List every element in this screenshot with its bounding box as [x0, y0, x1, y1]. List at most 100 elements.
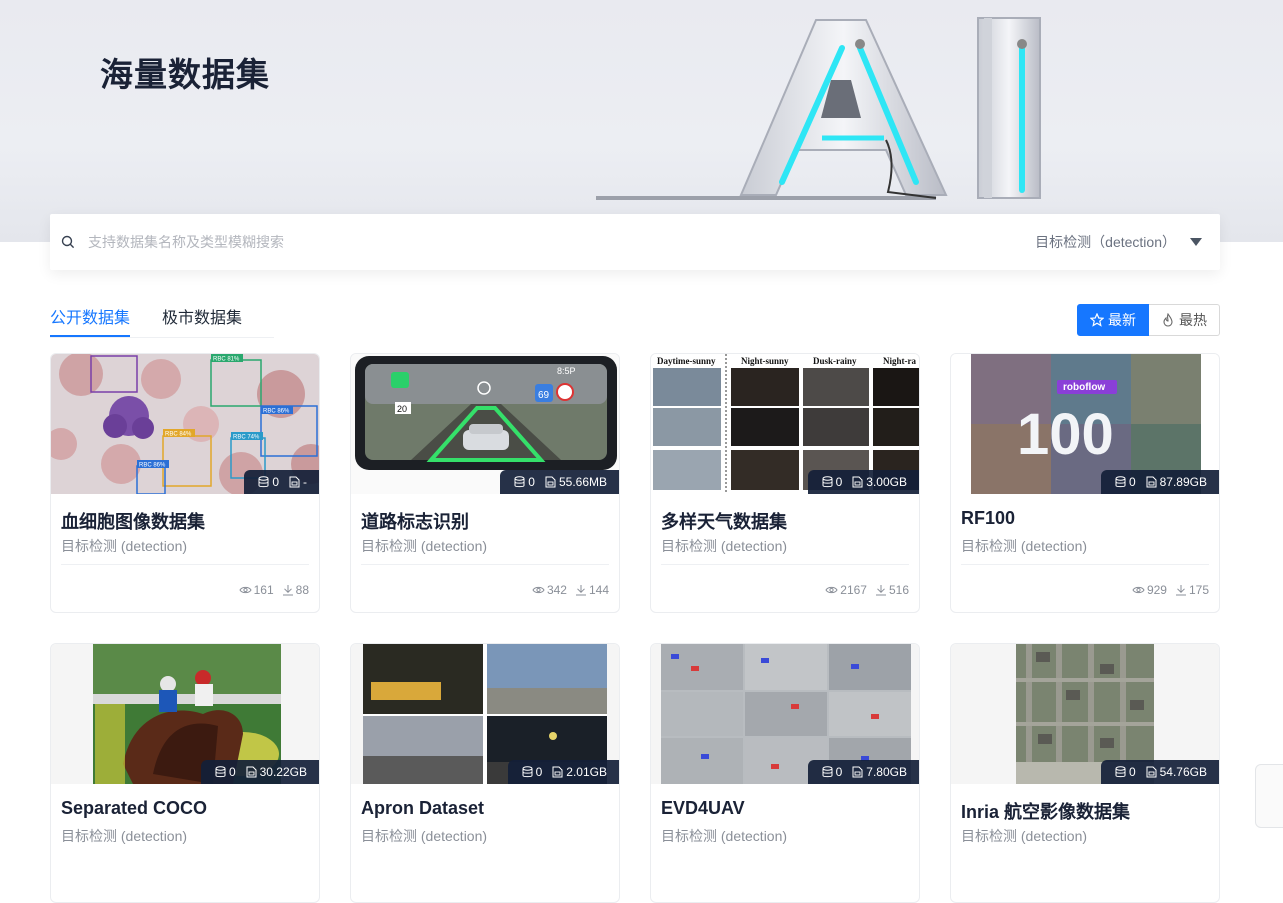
file-size: 7.80GB [866, 765, 907, 779]
dataset-card[interactable]: 0 54.76GB Inria 航空影像数据集 目标检测 (detection) [950, 643, 1220, 903]
file-size: 87.89GB [1159, 475, 1207, 489]
sample-count: 0 [835, 765, 843, 779]
search-bar: 目标检测（detection） [50, 214, 1220, 270]
cell-label-4: RBC 74% [233, 435, 260, 441]
tab-public-datasets[interactable]: 公开数据集 [50, 296, 131, 337]
file-size-icon [552, 766, 563, 778]
card-metrics: 2167 516 [825, 583, 909, 597]
dash-road-sign: 20 [397, 404, 407, 414]
file-size-icon [1146, 476, 1157, 488]
database-icon [1115, 476, 1126, 488]
file-size-icon [1146, 766, 1157, 778]
download-icon [282, 584, 294, 596]
dataset-card[interactable]: roboflow 100 0 87.89GB RF100 目标检测 (detec… [950, 353, 1220, 613]
dataset-title: 道路标志识别 [361, 512, 469, 532]
roboflow-number: 100 [1017, 402, 1114, 467]
file-size: 55.66MB [558, 475, 607, 489]
view-count: 342 [546, 583, 567, 597]
dataset-type: 目标检测 (detection) [961, 538, 1088, 554]
ai-neon-illustration [596, 17, 1041, 200]
download-count: 175 [1188, 583, 1209, 597]
thumbnail-stats: 0 55.66MB [500, 470, 619, 494]
dataset-title: 血细胞图像数据集 [61, 512, 205, 532]
dataset-type: 目标检测 (detection) [61, 538, 188, 554]
weather-header-1: Daytime-sunny [657, 356, 716, 366]
download-count: 144 [588, 583, 609, 597]
sample-count: 0 [1128, 475, 1136, 489]
file-size: - [303, 475, 307, 489]
thumbnail-stats: 0 - [244, 470, 319, 494]
dataset-title: 多样天气数据集 [661, 512, 787, 532]
eye-icon [532, 585, 545, 595]
tab-jishi-datasets[interactable]: 极市数据集 [162, 296, 242, 337]
thumbnail-stats: 0 2.01GB [507, 760, 619, 784]
file-size-icon [545, 476, 556, 488]
dataset-thumbnail: 0 7.80GB [651, 644, 919, 784]
dataset-card[interactable]: 69 20 8:5P 0 55.66MB 道路标志识别 目标检测 (detect… [350, 353, 620, 613]
file-size: 2.01GB [566, 765, 607, 779]
hero-banner: 海量数据集 [0, 0, 1283, 242]
sort-latest-button[interactable]: 最新 [1077, 304, 1149, 336]
type-select-value: 目标检测（detection） [1035, 234, 1176, 250]
dataset-thumbnail: Daytime-sunny Night-sunny Dusk-rainy Nig… [651, 354, 919, 494]
dataset-title: EVD4UAV [661, 798, 745, 818]
search-icon [60, 234, 76, 250]
database-icon [514, 476, 525, 488]
dataset-thumbnail: 0 2.01GB [351, 644, 619, 784]
database-icon [822, 476, 833, 488]
thumbnail-stats: 0 87.89GB [1100, 470, 1219, 494]
dataset-title: Apron Dataset [361, 798, 485, 818]
card-metrics: 929 175 [1132, 583, 1209, 597]
cell-label-1: RBC 81% [213, 357, 240, 363]
dataset-type: 目标检测 (detection) [361, 828, 488, 844]
weather-header-2: Night-sunny [741, 356, 789, 366]
download-count: 88 [295, 583, 309, 597]
dash-clock: 8:5P [557, 366, 576, 376]
dataset-thumbnail: roboflow 100 0 87.89GB [951, 354, 1219, 494]
card-metrics: 161 88 [239, 583, 309, 597]
dataset-title: Inria 航空影像数据集 [961, 802, 1131, 822]
dataset-title: RF100 [961, 508, 1016, 528]
cell-label-2: RBC 86% [263, 409, 290, 415]
file-size-icon [289, 476, 300, 488]
divider [61, 564, 309, 565]
thumbnail-stats: 0 30.22GB [200, 760, 319, 784]
divider [961, 564, 1209, 565]
dataset-card[interactable]: RBC 81% RBC 86% RBC 84% RBC 74% RBC 86% … [50, 353, 320, 613]
eye-icon [825, 585, 838, 595]
dataset-thumbnail: 0 54.76GB [951, 644, 1219, 784]
floating-widget[interactable] [1255, 764, 1283, 828]
dataset-type: 目标检测 (detection) [661, 538, 788, 554]
dataset-thumbnail: 69 20 8:5P 0 55.66MB [351, 354, 619, 494]
database-icon [258, 476, 269, 488]
eye-icon [1132, 585, 1145, 595]
dataset-thumbnail: 0 30.22GB [51, 644, 319, 784]
sort-latest-label: 最新 [1108, 312, 1136, 328]
file-size-icon [246, 766, 257, 778]
sample-count: 0 [535, 765, 543, 779]
dataset-card[interactable]: Daytime-sunny Night-sunny Dusk-rainy Nig… [650, 353, 920, 613]
sample-count: 0 [835, 475, 843, 489]
weather-header-4: Night-ra [883, 356, 916, 366]
roboflow-brand: roboflow [1063, 382, 1105, 393]
dataset-card[interactable]: 0 7.80GB EVD4UAV 目标检测 (detection) [650, 643, 920, 903]
caret-down-icon [1190, 238, 1202, 246]
dash-speed-sign: 69 [538, 390, 550, 401]
database-icon [1115, 766, 1126, 778]
sample-count: 0 [272, 475, 279, 489]
dataset-type: 目标检测 (detection) [361, 538, 488, 554]
search-input[interactable] [88, 234, 1036, 250]
page-title: 海量数据集 [100, 56, 270, 93]
database-icon [522, 766, 533, 778]
type-select[interactable]: 目标检测（detection） [1035, 232, 1202, 252]
sample-count: 0 [1128, 765, 1136, 779]
sort-hot-button[interactable]: 最热 [1149, 304, 1220, 336]
dataset-type: 目标检测 (detection) [61, 828, 188, 844]
dataset-thumbnail: RBC 81% RBC 86% RBC 84% RBC 74% RBC 86% … [51, 354, 319, 494]
thumbnail-stats: 0 54.76GB [1100, 760, 1219, 784]
dataset-title: Separated COCO [61, 798, 208, 818]
sample-count: 0 [228, 765, 236, 779]
dataset-card[interactable]: 0 30.22GB Separated COCO 目标检测 (detection… [50, 643, 320, 903]
dataset-card[interactable]: 0 2.01GB Apron Dataset 目标检测 (detection) [350, 643, 620, 903]
download-icon [875, 584, 887, 596]
